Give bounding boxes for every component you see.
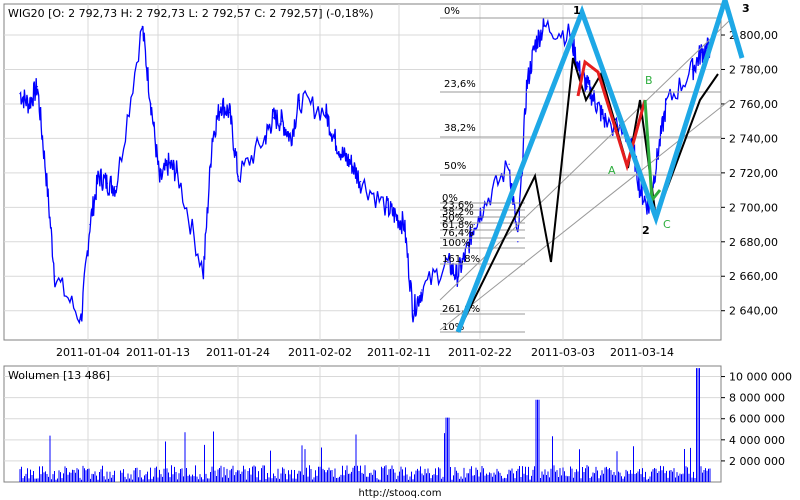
volume-title: Wolumen [13 486] — [8, 369, 110, 382]
price-point — [639, 189, 641, 191]
price-point — [28, 103, 30, 105]
price-point — [578, 68, 580, 71]
price-point — [394, 215, 397, 217]
price-point — [386, 206, 388, 208]
price-point — [19, 93, 21, 95]
wave-label-b: B — [645, 74, 653, 87]
price-point — [176, 172, 178, 174]
price-x-tick-label: 2011-01-04 — [56, 346, 120, 359]
volume-y-tick-label: 8 000 000 — [729, 392, 785, 405]
volume-panel-frame — [3, 365, 722, 483]
volume-y-tick-label: 10 000 000 — [729, 371, 792, 384]
volume-y-tick-label: 6 000 000 — [729, 413, 785, 426]
price-point — [508, 163, 510, 165]
price-point — [412, 310, 414, 312]
price-title: WIG20 [O: 2 792,73 H: 2 792,73 L: 2 792,… — [8, 7, 374, 20]
price-point — [211, 137, 213, 139]
price-point — [141, 25, 143, 27]
price-point — [333, 137, 336, 139]
price-y-tick-label: 2 760,00 — [729, 98, 778, 111]
price-point — [115, 186, 117, 188]
volume-y-axis: 2 000 000 4 000 000 6 000 000 8 000 000 10 0… — [721, 371, 792, 468]
price-point — [656, 155, 659, 157]
price-point — [517, 241, 519, 243]
footer-url: http://stooq.com — [359, 488, 442, 499]
price-y-tick-label: 2 660,00 — [729, 270, 778, 283]
price-point — [45, 175, 47, 177]
price-x-tick-label: 2011-03-03 — [531, 346, 595, 359]
fib-level-label: 50% — [444, 161, 466, 172]
price-point — [272, 117, 274, 119]
fib-level-label: 161,8% — [442, 254, 480, 265]
price-x-tick-label: 2011-02-22 — [448, 346, 512, 359]
price-point — [342, 155, 344, 157]
price-point — [604, 120, 606, 122]
price-point — [229, 111, 231, 114]
volume-y-tick-label: 4 000 000 — [729, 434, 785, 447]
price-point — [525, 86, 528, 88]
price-point — [36, 86, 39, 88]
price-point — [534, 43, 536, 45]
price-y-tick-label: 2 780,00 — [729, 63, 778, 76]
chart-canvas: 2 640,00 2 660,00 2 680,00 2 700,00 2 720,00… — [3, 0, 792, 499]
price-x-tick-label: 2011-02-11 — [367, 346, 431, 359]
price-point — [202, 272, 205, 274]
price-point — [587, 86, 589, 88]
price-point — [543, 25, 545, 27]
price-point — [691, 68, 694, 71]
price-y-tick-label: 2 700,00 — [729, 201, 778, 214]
fib-level-label: 100% — [442, 238, 471, 249]
price-point — [290, 137, 292, 139]
price-y-tick-label: 2 640,00 — [729, 305, 778, 318]
price-point — [325, 111, 327, 114]
wave-label-c: C — [663, 218, 671, 231]
price-point — [403, 223, 405, 226]
price-point — [421, 289, 423, 291]
price-point — [648, 206, 650, 208]
price-point — [98, 175, 100, 177]
price-point — [220, 103, 222, 105]
fib-level-label: 23,6% — [444, 79, 476, 90]
price-y-tick-label: 2 720,00 — [729, 167, 778, 180]
volume-y-tick-label: 2 000 000 — [729, 455, 785, 468]
price-x-axis: 2011-01-04 2011-01-13 2011-01-24 2011-02-02… — [56, 346, 674, 359]
price-point — [106, 182, 108, 184]
price-point — [700, 51, 702, 53]
price-point — [237, 175, 239, 177]
price-point — [360, 180, 362, 183]
price-y-axis: 2 640,00 2 660,00 2 680,00 2 700,00 2 720,00… — [721, 29, 778, 318]
price-point — [281, 120, 283, 122]
price-point — [595, 103, 598, 105]
price-x-tick-label: 2011-01-24 — [206, 346, 270, 359]
wave-label-a: A — [608, 164, 616, 177]
price-x-tick-label: 2011-02-02 — [288, 346, 352, 359]
price-y-tick-label: 2 740,00 — [729, 132, 778, 145]
price-point — [351, 163, 353, 165]
price-point — [80, 318, 82, 320]
price-point — [89, 223, 91, 226]
wave-label-2: 2 — [642, 224, 650, 237]
price-x-tick-label: 2011-03-14 — [610, 346, 674, 359]
price-point — [665, 103, 667, 105]
price-point — [630, 137, 632, 139]
price-point — [54, 275, 56, 277]
price-point — [159, 180, 161, 183]
price-point — [150, 103, 152, 105]
price-point — [298, 99, 301, 102]
price-point — [167, 163, 170, 165]
price-point — [482, 206, 484, 208]
price-x-tick-label: 2011-01-13 — [126, 346, 190, 359]
wave-label-3: 3 — [742, 2, 750, 15]
price-y-tick-label: 2 680,00 — [729, 236, 778, 249]
fib-level-label: 38,2% — [444, 123, 476, 134]
price-point — [456, 275, 458, 277]
wave-label-1: 1 — [573, 4, 581, 17]
fib-level-label: 0% — [444, 6, 460, 17]
price-point — [263, 137, 266, 139]
